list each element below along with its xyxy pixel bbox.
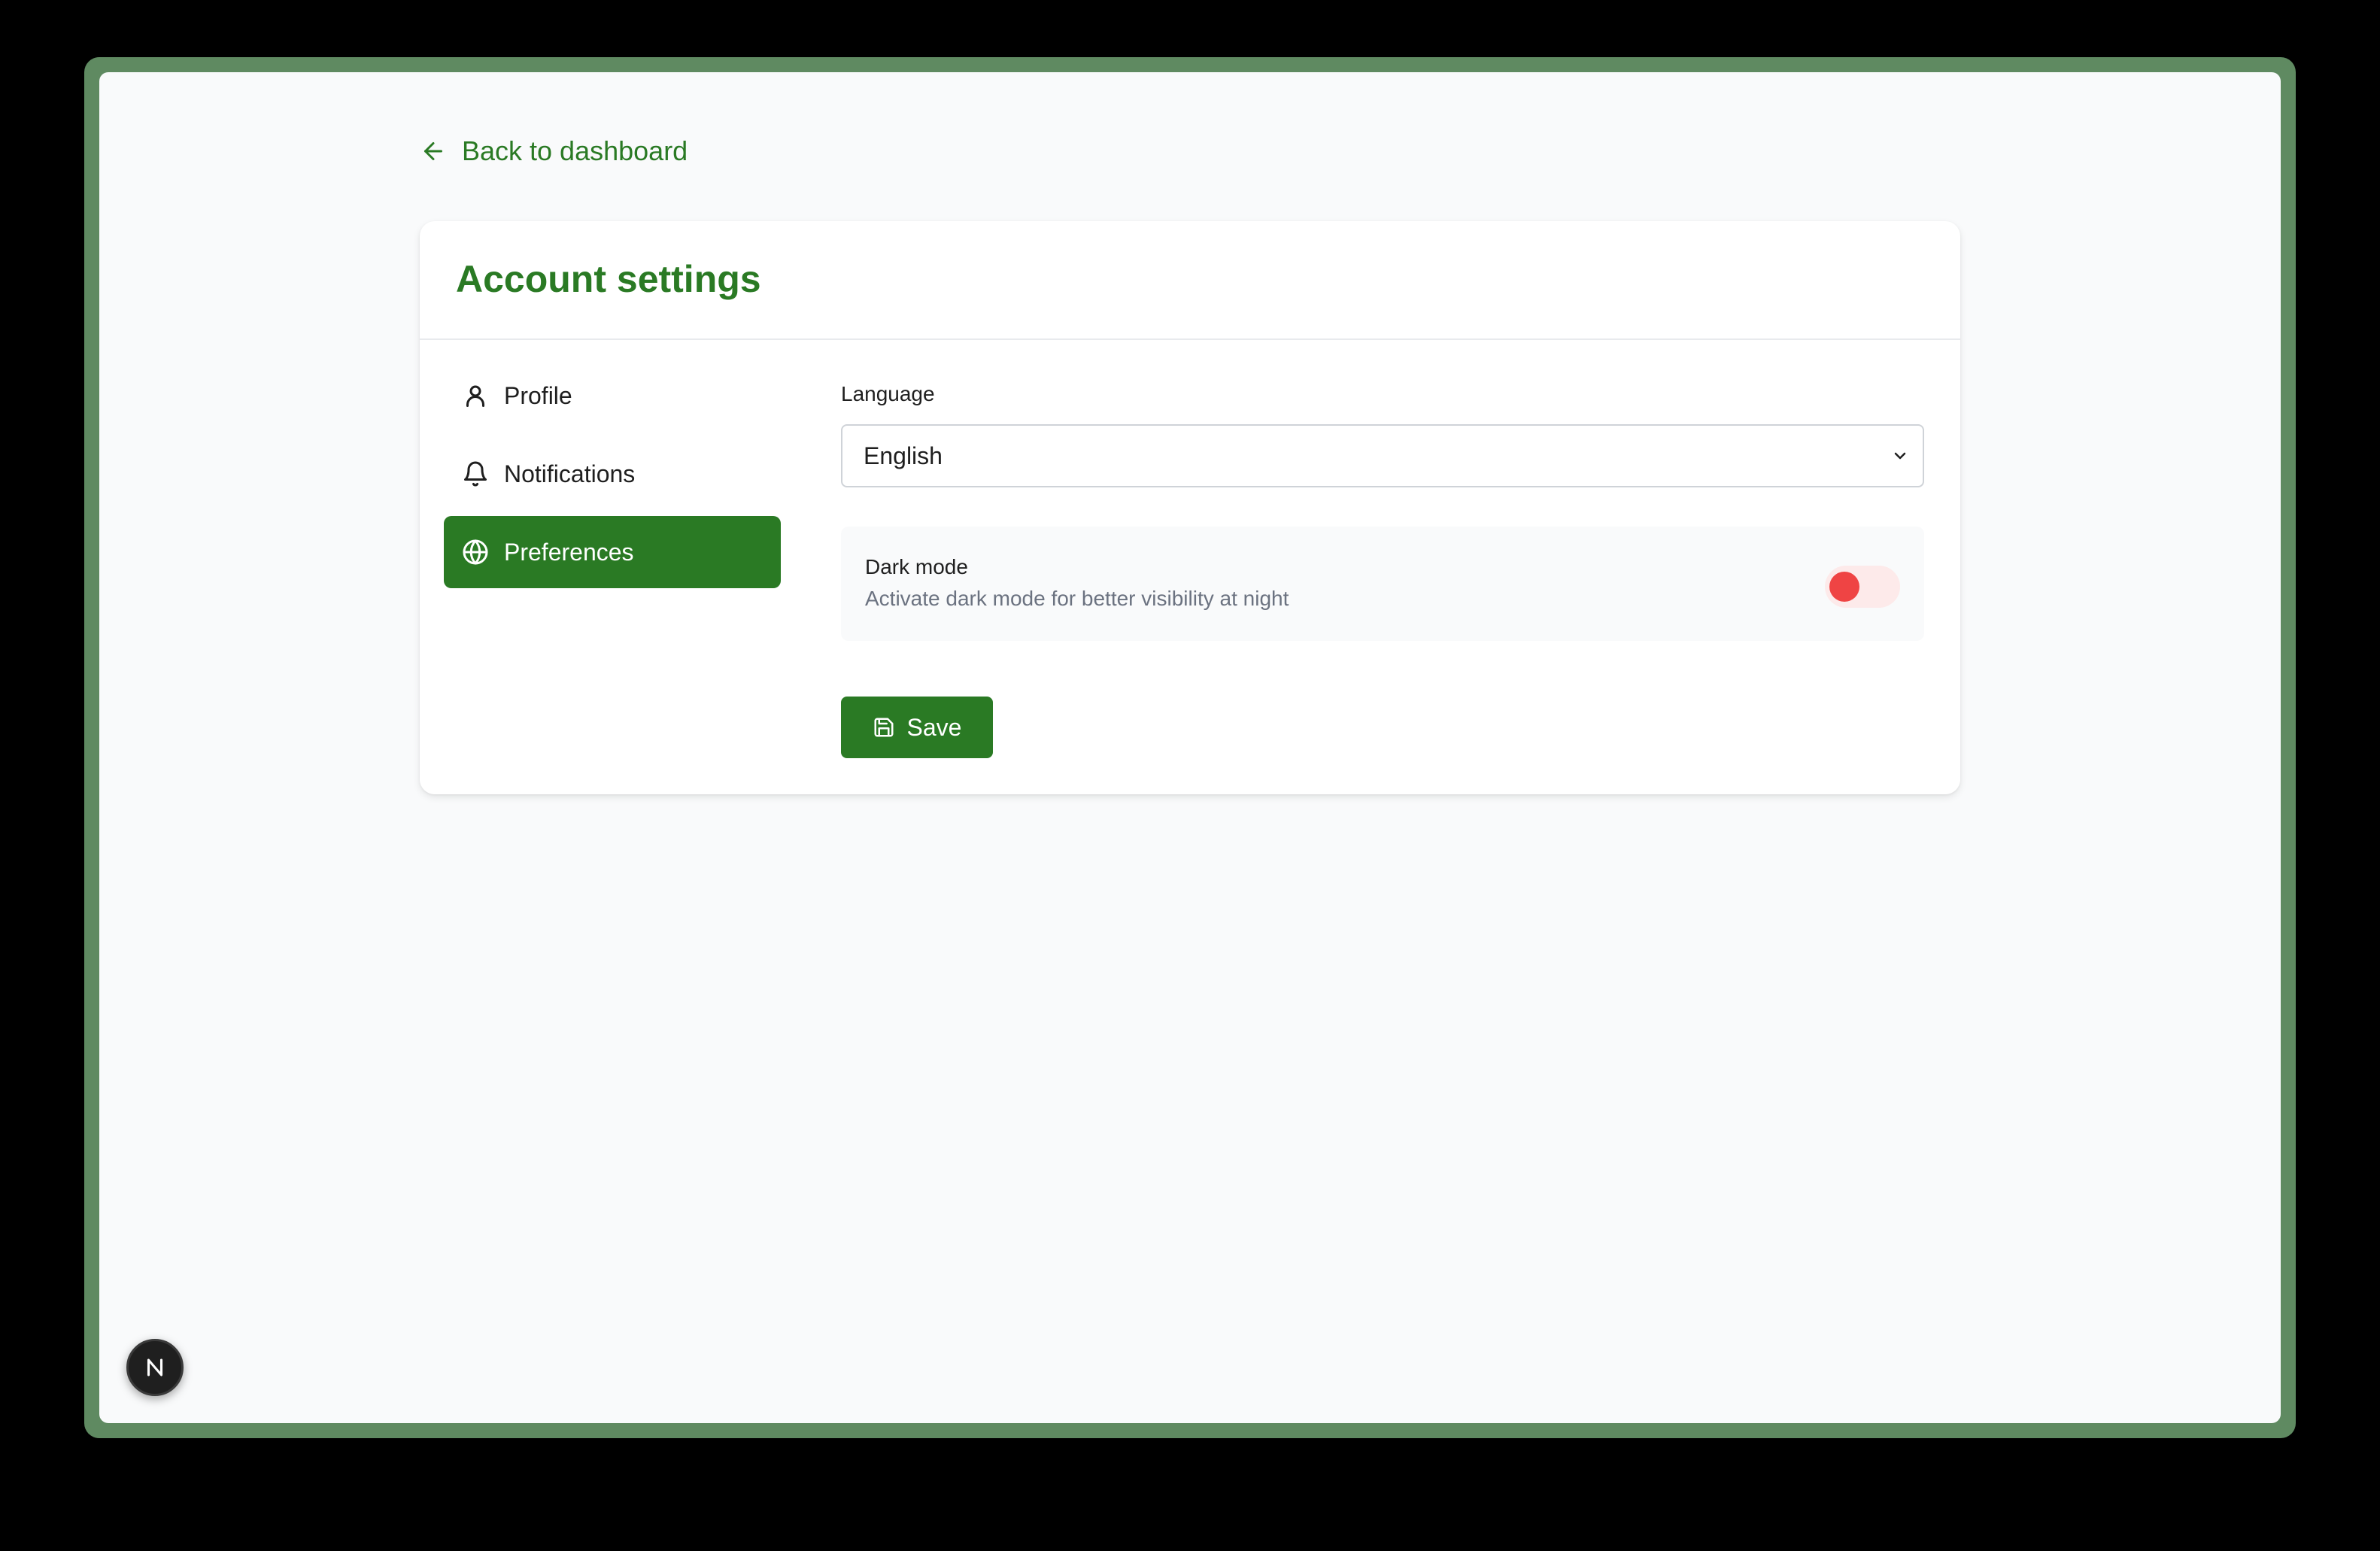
sidebar-item-preferences[interactable]: Preferences [444,516,781,588]
save-icon [873,716,895,739]
dark-mode-title: Dark mode [865,555,968,578]
settings-sidebar: Profile Notifications Preferences [420,340,805,794]
preferences-panel: Language English Dark mode Activate dark… [805,340,1960,794]
arrow-left-icon [420,138,447,165]
language-label: Language [841,382,935,405]
globe-icon [462,539,489,566]
sidebar-item-profile[interactable]: Profile [444,360,781,432]
back-to-dashboard-link[interactable]: Back to dashboard [420,135,688,167]
save-button[interactable]: Save [841,697,993,758]
dark-mode-toggle[interactable] [1825,566,1900,608]
user-icon [462,382,489,409]
sidebar-item-notifications[interactable]: Notifications [444,438,781,510]
page-title: Account settings [456,258,761,300]
language-select[interactable]: English [841,424,1924,487]
sidebar-item-label: Profile [504,381,572,409]
sidebar-item-label: Notifications [504,460,636,487]
sidebar-item-label: Preferences [504,538,634,566]
chevron-down-icon [1894,452,1906,460]
language-select-value: English [864,442,943,469]
save-button-label: Save [906,713,962,741]
settings-card: Account settings Profile Notifications P… [420,221,1960,794]
nextjs-n-icon[interactable] [126,1339,184,1396]
bell-icon [462,460,489,487]
card-header: Account settings [420,221,1960,340]
toggle-knob [1829,572,1859,602]
dark-mode-row: Dark mode Activate dark mode for better … [841,527,1924,641]
dark-mode-description: Activate dark mode for better visibility… [865,587,1289,610]
app-viewport: Back to dashboard Account settings Profi… [99,72,2281,1423]
back-link-label: Back to dashboard [462,135,688,166]
